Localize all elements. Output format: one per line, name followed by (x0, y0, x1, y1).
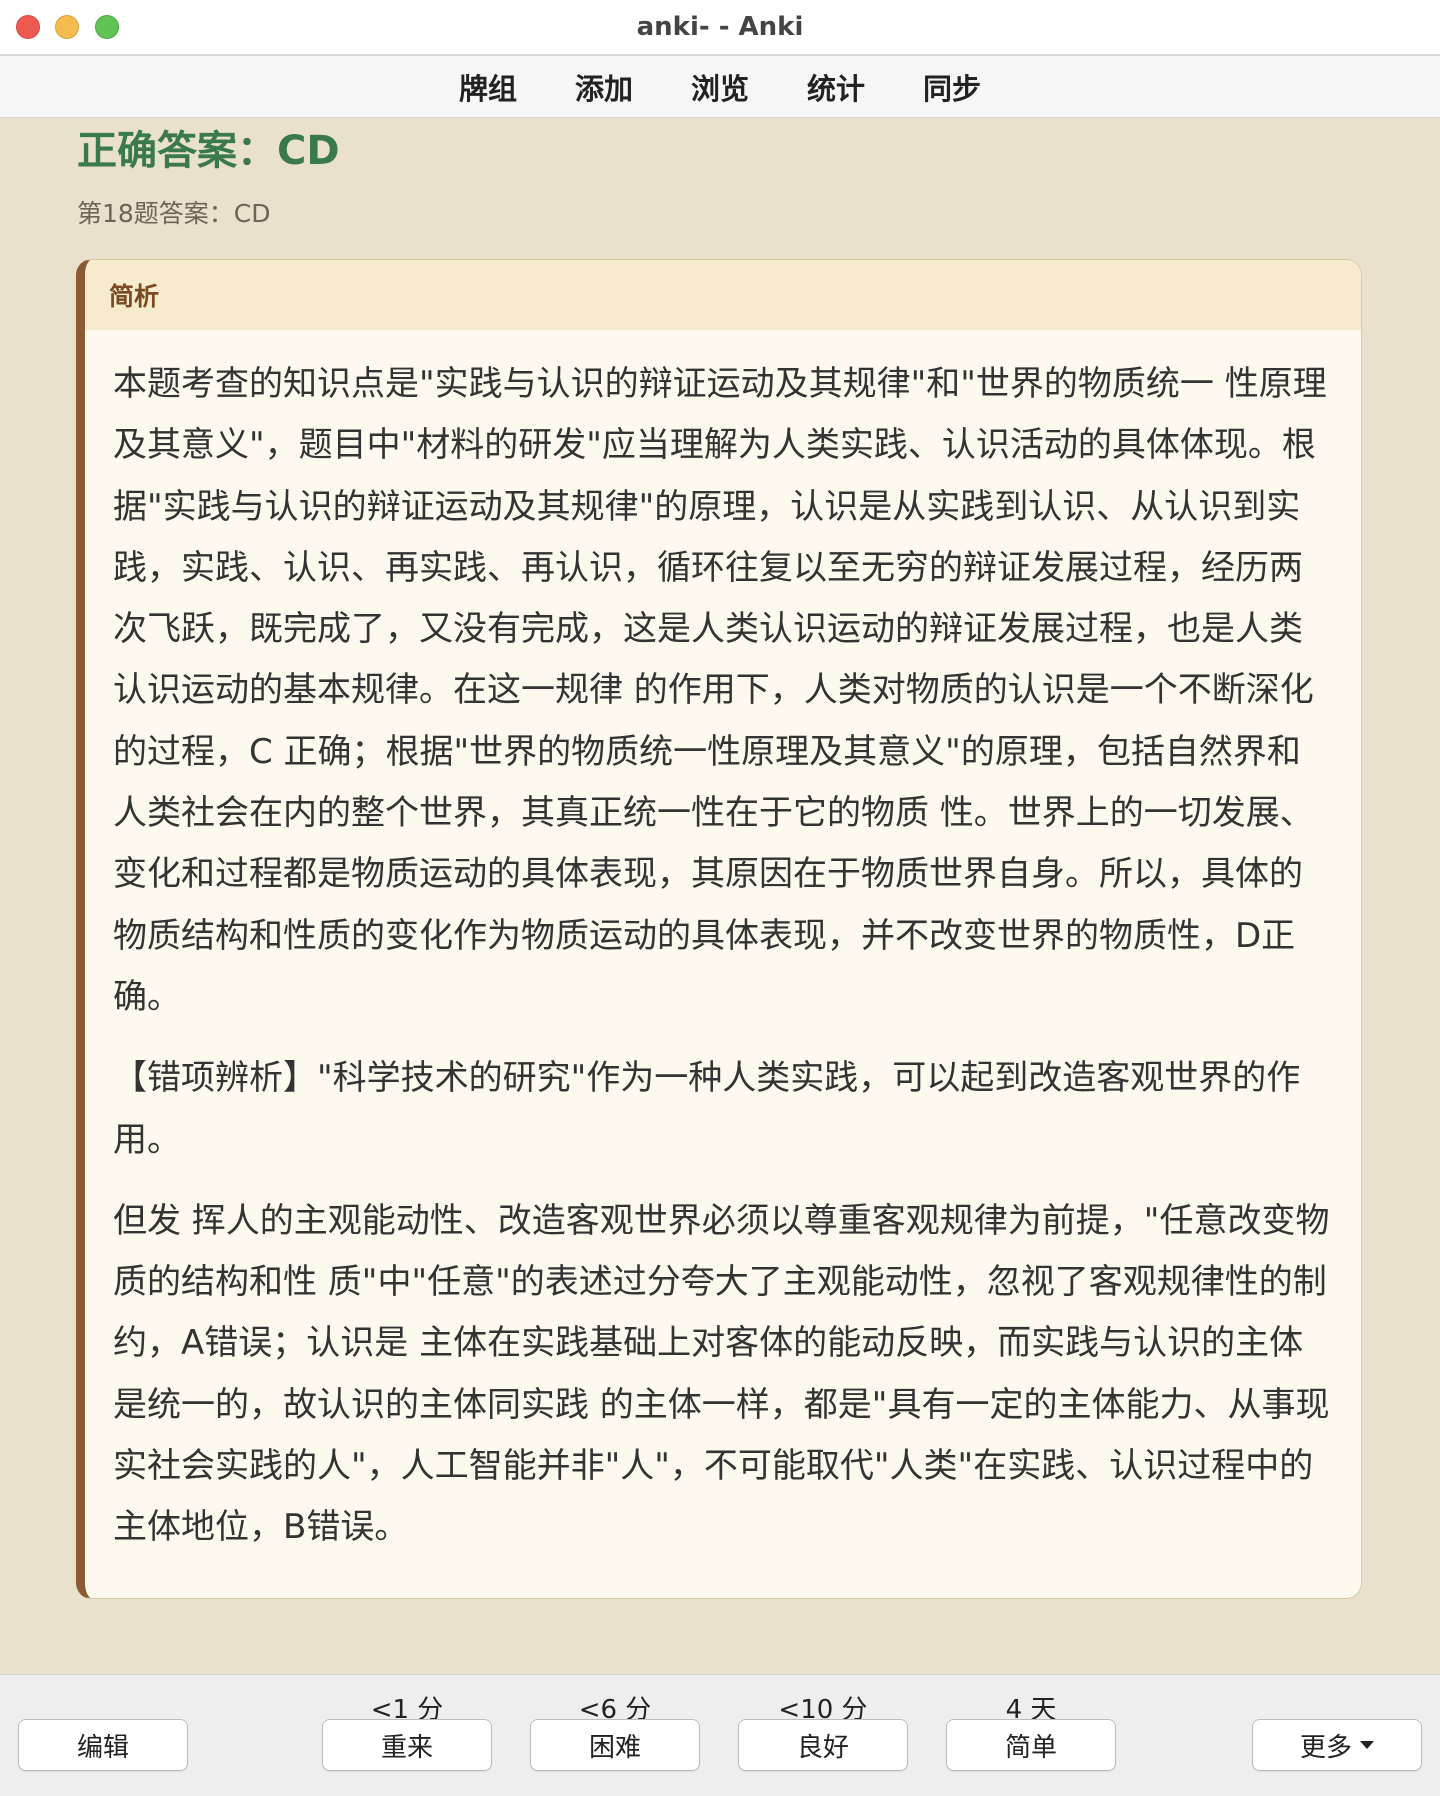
card-content: 正确答案：CD 第18题答案：CD 简析 本题考查的知识点是"实践与认识的辩证运… (0, 118, 1440, 1674)
analysis-paragraph: 本题考查的知识点是"实践与认识的辩证运动及其规律"和"世界的物质统一 性原理及其… (113, 364, 1327, 1017)
analysis-box: 简析 本题考查的知识点是"实践与认识的辩证运动及其规律"和"世界的物质统一 性原… (76, 259, 1362, 1599)
answer-bar: 编辑 <1 分 重来 <6 分 困难 <10 分 良好 4 天 简单 更多 (0, 1674, 1440, 1796)
edit-button[interactable]: 编辑 (18, 1719, 188, 1771)
more-button[interactable]: 更多 (1252, 1719, 1422, 1771)
more-button-label: 更多 (1299, 1732, 1352, 1763)
tab-decks[interactable]: 牌组 (430, 66, 546, 108)
analysis-body: 本题考查的知识点是"实践与认识的辩证运动及其规律"和"世界的物质统一 性原理及其… (85, 330, 1361, 1598)
chevron-down-icon (1360, 1741, 1374, 1749)
tab-add[interactable]: 添加 (546, 66, 662, 108)
tab-sync[interactable]: 同步 (894, 66, 1010, 108)
answer-subtitle: 第18题答案：CD (77, 199, 271, 228)
again-button[interactable]: 重来 (322, 1719, 492, 1771)
main-toolbar: 牌组 添加 浏览 统计 同步 (0, 56, 1440, 118)
analysis-paragraph: 但发 挥人的主观能动性、改造客观世界必须以尊重客观规律为前提，"任意改变物质的结… (113, 1200, 1330, 1548)
easy-button[interactable]: 简单 (946, 1719, 1116, 1771)
answer-title: 正确答案：CD (77, 128, 340, 174)
tab-browse[interactable]: 浏览 (662, 66, 778, 108)
good-button[interactable]: 良好 (738, 1719, 908, 1771)
window-title: anki- - Anki (636, 12, 804, 42)
anki-window: anki- - Anki 牌组 添加 浏览 统计 同步 正确答案：CD 第18题… (0, 0, 1440, 1796)
title-bar: anki- - Anki (0, 0, 1440, 56)
tab-stats[interactable]: 统计 (778, 66, 894, 108)
hard-button[interactable]: 困难 (530, 1719, 700, 1771)
analysis-paragraph: 【错项辨析】"科学技术的研究"作为一种人类实践，可以起到改造客观世界的作用。 (113, 1058, 1301, 1160)
analysis-header: 简析 (85, 260, 1361, 330)
